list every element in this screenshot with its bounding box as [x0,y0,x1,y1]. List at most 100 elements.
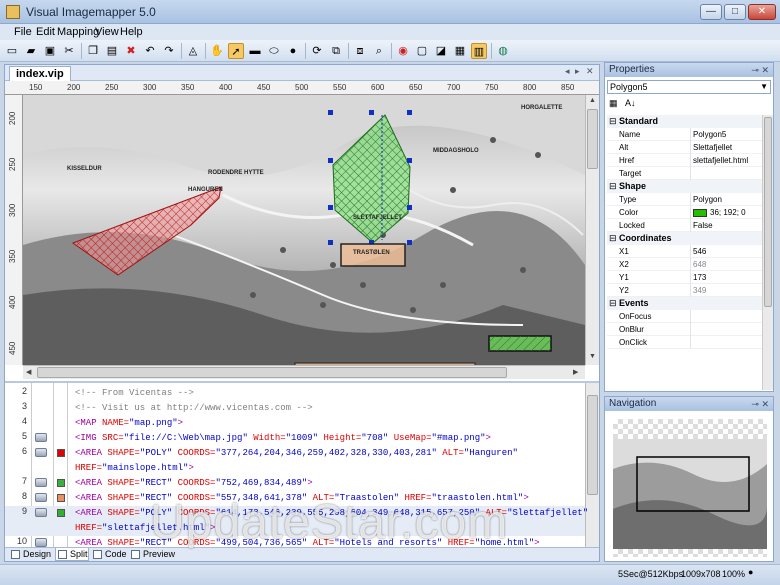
properties-scroll-thumb[interactable] [764,117,772,307]
code-line[interactable]: 7 <AREA SHAPE="RECT" COORDS="752,469,834,… [5,476,585,491]
close-button[interactable]: ✕ [748,4,776,20]
area-color-swatch[interactable] [57,494,65,502]
property-row[interactable]: Target [607,167,762,180]
menu-help[interactable]: Help [120,26,143,38]
property-row[interactable]: Type Polygon [607,193,762,206]
property-value[interactable]: Polygon [693,193,722,206]
map-vscroll-thumb[interactable] [587,109,598,169]
code-line[interactable]: 6 <AREA SHAPE="POLY" COORDS="377,264,204,… [5,446,585,461]
menu-view[interactable]: View [95,26,119,38]
target-icon[interactable]: ◉ [395,43,411,59]
property-row[interactable]: X1 546 [607,245,762,258]
property-value[interactable]: Polygon5 [693,128,726,141]
tab-index-vip[interactable]: index.vip [9,66,71,81]
property-category[interactable]: ⊟ Events [607,297,762,310]
property-value[interactable]: 349 [693,284,706,297]
collapse-icon[interactable]: ⊟ [609,232,617,245]
hand-icon[interactable]: ✋ [209,43,225,59]
property-row[interactable]: OnFocus [607,310,762,323]
zoom-icon[interactable]: ⌕ [371,43,387,59]
menu-edit[interactable]: Edit [36,26,55,38]
property-row[interactable]: OnClick [607,336,762,349]
map-horizontal-scrollbar[interactable]: ◀ ▶ [23,365,585,379]
properties-scrollbar[interactable] [762,115,773,390]
code-line[interactable]: 3 <!-- Visit us at http://www.vicentas.co… [5,401,585,416]
property-value[interactable]: 173 [693,271,706,284]
property-value[interactable]: 648 [693,258,706,271]
tab-close-icon[interactable]: ✕ [586,66,594,77]
code-line[interactable]: 5 <IMG SRC="file://C:\Web\map.jpg" Width=… [5,431,585,446]
fill-icon[interactable]: ◪ [433,43,449,59]
tab-preview[interactable]: Preview [129,548,179,561]
tab-prev-icon[interactable]: ◂ [565,66,570,77]
collapse-icon[interactable]: ⊟ [609,297,617,310]
property-row[interactable]: Name Polygon5 [607,128,762,141]
code-line[interactable]: 10 <AREA SHAPE="RECT" COORDS="499,504,736… [5,536,585,547]
copy-shape-icon[interactable]: ⧉ [328,43,344,59]
code-line[interactable]: 8 <AREA SHAPE="RECT" COORDS="557,348,641,… [5,491,585,506]
object-selector[interactable]: Polygon5 ▼ [607,80,771,94]
area-color-swatch[interactable] [57,449,65,457]
property-row[interactable]: Y1 173 [607,271,762,284]
code-line[interactable]: 4 <MAP NAME="map.png"> [5,416,585,431]
html-code-view[interactable]: 2 <!-- From Vicentas --> 3 <!-- Visit us at… [5,381,599,547]
open-icon[interactable]: ▰ [23,43,39,59]
property-value[interactable]: 546 [693,245,706,258]
minimize-button[interactable]: — [700,4,722,20]
property-row[interactable]: Color 36; 192; 0 [607,206,762,219]
pin-close-icons[interactable]: ⊸ ✕ [751,397,769,411]
code-vertical-scrollbar[interactable] [585,383,599,547]
color-swatch[interactable] [693,208,707,217]
categorized-icon[interactable]: ▦ [609,98,618,109]
delete-icon[interactable]: ✖ [123,43,139,59]
maximize-button[interactable]: □ [724,4,746,20]
code-line[interactable]: 9 <AREA SHAPE="POLY" COORDS="614,173,546,… [5,506,588,521]
tab-design[interactable]: Design [9,548,53,561]
property-value[interactable]: False [693,219,713,232]
property-category[interactable]: ⊟ Shape [607,180,762,193]
property-value[interactable]: slettafjellet.html [693,154,748,167]
property-row[interactable]: X2 648 [607,258,762,271]
menu-file[interactable]: File [14,26,32,38]
rotate-icon[interactable]: ⟳ [309,43,325,59]
pointer-icon[interactable]: ➚ [228,43,244,59]
cut-icon[interactable]: ✂ [61,43,77,59]
save-icon[interactable]: ▣ [42,43,58,59]
code-line[interactable]: HREF="mainslope.html"> [5,461,585,476]
property-row[interactable]: Y2 349 [607,284,762,297]
scroll-right-icon[interactable]: ▶ [573,368,578,376]
circle-icon[interactable]: ● [285,43,301,59]
new-icon[interactable]: ▭ [4,43,20,59]
property-category[interactable]: ⊟ Coordinates [607,232,762,245]
pin-close-icons[interactable]: ⊸ ✕ [751,63,769,77]
tab-next-icon[interactable]: ▸ [575,66,580,77]
sort-alpha-icon[interactable]: A↓ [625,98,636,108]
scroll-down-icon[interactable]: ▼ [589,353,596,360]
lock-icon[interactable]: ◬ [185,43,201,59]
rect-icon[interactable]: ▬ [247,43,263,59]
property-row[interactable]: Alt Slettafjellet [607,141,762,154]
property-grid[interactable]: ⊟ Standard Name Polygon5 Alt Slettafjellet Hre… [607,115,762,390]
area-color-swatch[interactable] [57,479,65,487]
paste-icon[interactable]: ▤ [104,43,120,59]
code-line[interactable]: 2 <!-- From Vicentas --> [5,386,585,401]
area-color-swatch[interactable] [57,509,65,517]
copy-icon[interactable]: ❐ [85,43,101,59]
collapse-icon[interactable]: ⊟ [609,180,617,193]
scroll-left-icon[interactable]: ◀ [26,368,31,376]
code-vscroll-thumb[interactable] [587,395,598,495]
navigation-thumbnail[interactable] [613,419,767,557]
tab-code[interactable]: Code [91,548,129,561]
image-icon[interactable]: ▢ [414,43,430,59]
property-row[interactable]: Href slettafjellet.html [607,154,762,167]
undo-icon[interactable]: ↶ [142,43,158,59]
menu-mapping[interactable]: Mapping [57,26,99,38]
property-category[interactable]: ⊟ Standard [607,115,762,128]
paste-shape-icon[interactable]: ⧈ [352,43,368,59]
property-row[interactable]: Locked False [607,219,762,232]
code-line[interactable]: HREF="slettafjellet.html"> [5,521,585,536]
property-value[interactable]: Slettafjellet [693,141,732,154]
map-vertical-scrollbar[interactable]: ▲ ▼ [585,95,599,365]
ellipse-icon[interactable]: ⬭ [266,43,282,59]
chevron-down-icon[interactable]: ▼ [760,81,768,93]
